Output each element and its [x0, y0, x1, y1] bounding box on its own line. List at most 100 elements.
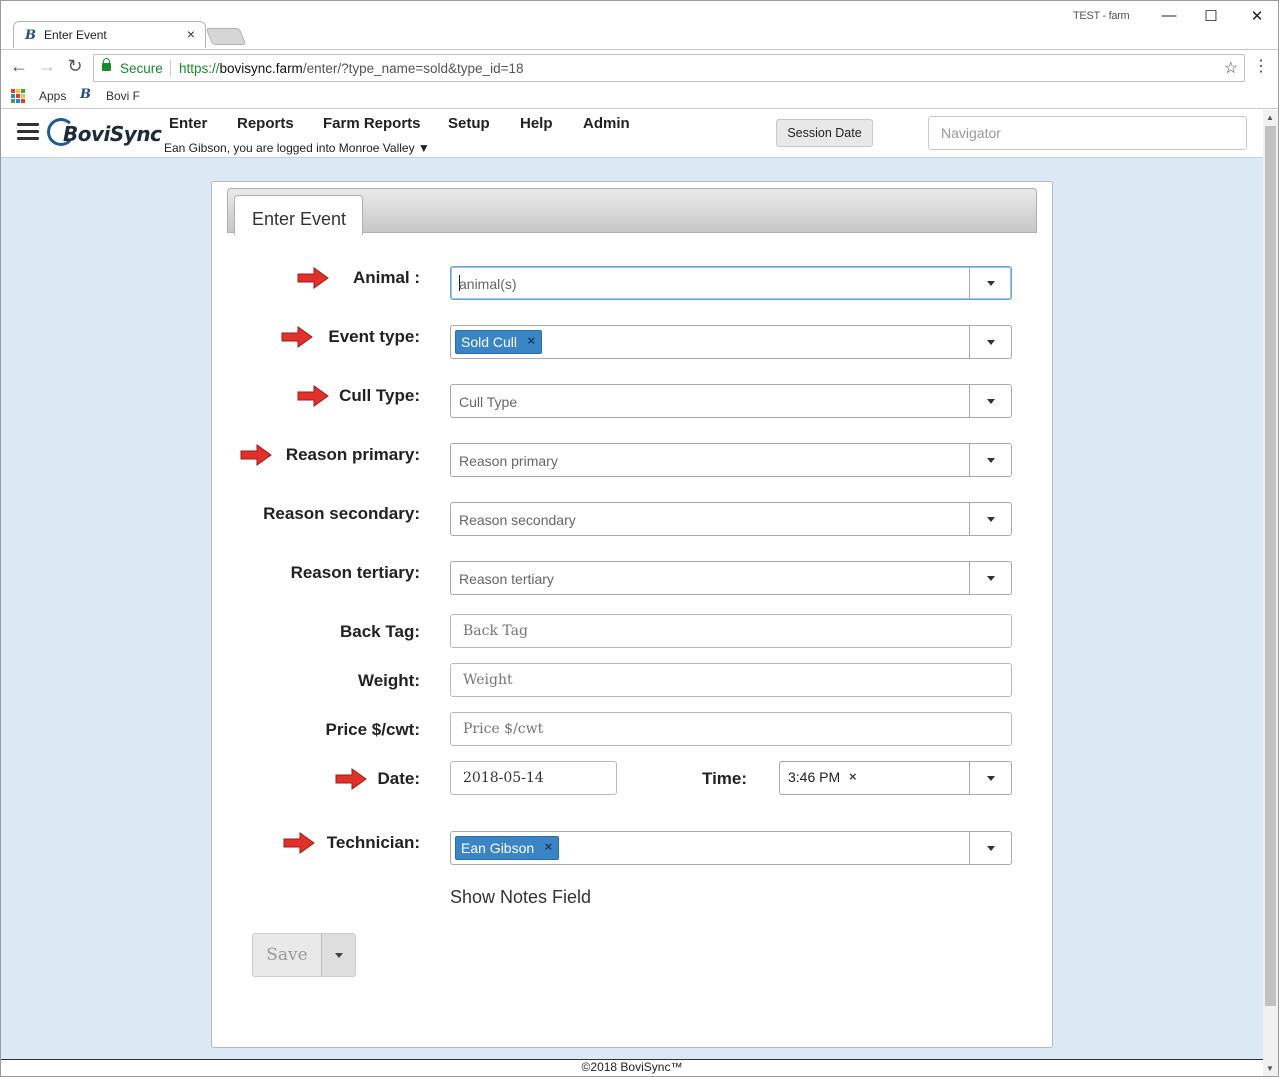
time-label: Time: [702, 769, 748, 788]
back-tag-input[interactable] [450, 614, 1012, 648]
technician-value: Ean Gibson [461, 840, 535, 856]
title-bar: B Enter Event × TEST - farm — ☐ ✕ [1, 1, 1278, 49]
tab-enter-event[interactable]: Enter Event [234, 195, 363, 235]
reason-tertiary-label: Reason tertiary: [290, 563, 420, 582]
scroll-down-icon[interactable]: ▼ [1266, 1064, 1274, 1073]
cull-type-label: Cull Type: [339, 386, 420, 405]
chevron-down-icon[interactable] [969, 762, 1011, 794]
maximize-icon[interactable]: ☐ [1201, 7, 1221, 25]
omnibox-divider [170, 60, 171, 77]
reason-secondary-label: Reason secondary: [263, 504, 420, 523]
chevron-down-icon[interactable] [969, 832, 1011, 864]
time-value: 3:46 PM [788, 769, 841, 785]
date-label: Date: [377, 769, 420, 788]
url-host: bovisync.farm [219, 61, 303, 76]
reason-primary-label: Reason primary: [285, 445, 420, 464]
chevron-down-icon[interactable] [969, 503, 1011, 535]
red-arrow-icon [297, 267, 329, 289]
save-button-group: Save [252, 933, 356, 977]
red-arrow-icon [281, 326, 313, 348]
bookmarks-bar: Apps B Bovi F [1, 85, 1278, 109]
reason-primary-placeholder: Reason primary [459, 453, 558, 469]
chevron-down-icon[interactable] [969, 385, 1011, 417]
nav-reports[interactable]: Reports [237, 115, 294, 132]
secure-label: Secure [120, 61, 163, 76]
lock-icon [102, 58, 111, 71]
scrollbar-thumb[interactable] [1265, 126, 1276, 1006]
animal-label: Animal : [352, 268, 420, 287]
bookmark-apps[interactable]: Apps [39, 89, 66, 103]
enter-event-card: Enter Event Animal : animal(s) Event typ… [211, 181, 1053, 1048]
reason-tertiary-placeholder: Reason tertiary [459, 571, 554, 587]
back-icon[interactable]: ← [9, 56, 29, 77]
technician-chip: Ean Gibson × [455, 836, 560, 860]
browser-menu-icon[interactable]: ⋮ [1253, 56, 1269, 76]
remove-chip-icon[interactable]: × [527, 333, 535, 348]
bookmark-star-icon[interactable]: ☆ [1224, 58, 1238, 78]
event-type-label: Event type: [328, 327, 420, 346]
price-label: Price $/cwt: [325, 720, 421, 739]
hamburger-menu-icon[interactable] [17, 123, 39, 141]
clear-time-icon[interactable]: × [849, 769, 857, 784]
reason-tertiary-select[interactable]: Reason tertiary [450, 561, 1012, 595]
tab-title: Enter Event [44, 28, 107, 42]
reason-primary-select[interactable]: Reason primary [450, 443, 1012, 477]
reason-secondary-placeholder: Reason secondary [459, 512, 576, 528]
logo-text: BoviSync [63, 122, 162, 146]
chevron-down-icon[interactable] [969, 326, 1011, 358]
red-arrow-icon [240, 444, 272, 466]
reason-secondary-select[interactable]: Reason secondary [450, 502, 1012, 536]
red-arrow-icon [335, 768, 367, 790]
address-bar[interactable]: Secure https://bovisync.farm/enter/?type… [93, 54, 1245, 82]
event-type-chip: Sold Cull × [455, 330, 543, 354]
remove-chip-icon[interactable]: × [545, 839, 553, 854]
farm-selector[interactable]: Ean Gibson, you are logged into Monroe V… [164, 141, 430, 155]
card-header: Enter Event [227, 188, 1037, 235]
nav-admin[interactable]: Admin [583, 115, 630, 132]
url-text[interactable]: https://bovisync.farm/enter/?type_name=s… [179, 61, 523, 76]
minimize-icon[interactable]: — [1159, 7, 1179, 24]
navigator-input[interactable] [928, 116, 1247, 150]
new-tab-button[interactable] [205, 28, 247, 45]
nav-help[interactable]: Help [520, 115, 553, 132]
show-notes-link[interactable]: Show Notes Field [450, 887, 591, 908]
price-input[interactable] [450, 712, 1012, 746]
profile-label[interactable]: TEST - farm [1073, 10, 1130, 22]
session-date-button[interactable]: Session Date [776, 119, 873, 147]
technician-select[interactable]: Ean Gibson × [450, 831, 1012, 865]
vertical-scrollbar[interactable]: ▲ ▼ [1263, 110, 1278, 1076]
cull-type-placeholder: Cull Type [459, 394, 518, 410]
chevron-down-icon[interactable] [969, 444, 1011, 476]
save-button[interactable]: Save [253, 934, 321, 976]
bovisync-logo[interactable]: BoviSync [47, 115, 162, 151]
chevron-down-icon[interactable] [969, 562, 1011, 594]
weight-input[interactable] [450, 663, 1012, 697]
red-arrow-icon [283, 832, 315, 854]
time-select[interactable]: 3:46 PM × [779, 761, 1012, 795]
date-input[interactable] [450, 761, 617, 795]
nav-setup[interactable]: Setup [448, 115, 490, 132]
tab-close-icon[interactable]: × [187, 26, 195, 42]
chevron-down-icon[interactable] [969, 267, 1011, 299]
bovisync-bookmark-icon: B [80, 87, 91, 102]
event-type-value: Sold Cull [461, 334, 518, 350]
bookmark-bovi-f[interactable]: Bovi F [106, 89, 140, 103]
weight-label: Weight: [357, 671, 420, 690]
scroll-up-icon[interactable]: ▲ [1266, 113, 1274, 122]
app-header: BoviSync Enter Reports Farm Reports Setu… [1, 110, 1263, 158]
reload-icon[interactable]: ↻ [65, 56, 85, 77]
close-window-icon[interactable]: ✕ [1247, 7, 1267, 25]
apps-grid-icon[interactable] [11, 89, 25, 103]
event-type-select[interactable]: Sold Cull × [450, 325, 1012, 359]
nav-enter[interactable]: Enter [169, 115, 207, 132]
red-arrow-icon [297, 385, 329, 407]
save-options-dropdown[interactable] [321, 934, 355, 976]
bovisync-favicon-icon: B [25, 28, 36, 43]
animal-select[interactable]: animal(s) [450, 266, 1012, 300]
url-path: /enter/?type_name=sold&type_id=18 [302, 61, 524, 76]
forward-icon[interactable]: → [37, 56, 57, 77]
cull-type-select[interactable]: Cull Type [450, 384, 1012, 418]
page-content: BoviSync Enter Reports Farm Reports Setu… [1, 110, 1263, 1076]
nav-farm-reports[interactable]: Farm Reports [323, 115, 421, 132]
browser-tab[interactable]: B Enter Event × [13, 21, 206, 48]
